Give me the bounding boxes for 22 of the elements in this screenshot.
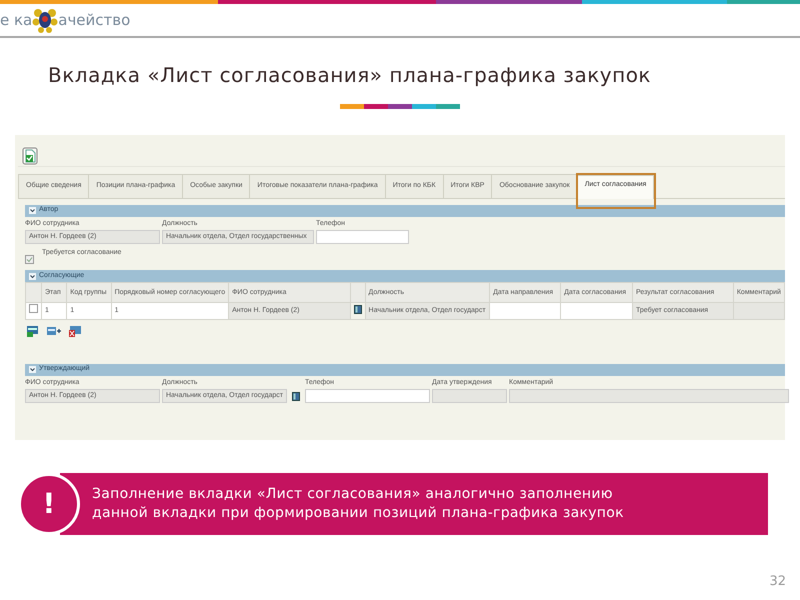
collapse-icon[interactable] (29, 366, 36, 373)
collapse-icon[interactable] (29, 207, 36, 214)
delete-row-icon[interactable] (69, 326, 81, 336)
callout-text: Заполнение вкладки «Лист согласования» аналогично заполнению данной вкладки при формировании позиций плана-графика закупок (92, 485, 625, 523)
table-cell (733, 302, 784, 319)
input-field[interactable] (305, 389, 430, 403)
checkbox[interactable] (25, 255, 34, 264)
logo-text: е ка (0, 10, 32, 31)
collapse-icon[interactable] (29, 272, 36, 280)
book-icon[interactable] (292, 392, 300, 400)
add-row-icon[interactable] (27, 326, 39, 336)
approve-document-icon[interactable] (22, 146, 38, 164)
input-cell[interactable] (560, 302, 632, 319)
insert-row-icon[interactable] (47, 326, 61, 336)
logo-text: ачейство (58, 10, 130, 31)
book-icon[interactable] (354, 305, 362, 314)
page-number: 32 (769, 573, 786, 591)
exclamation-badge: ! (18, 473, 80, 535)
row-checkbox[interactable] (29, 304, 38, 313)
input-cell[interactable] (490, 302, 561, 319)
input-field[interactable] (316, 230, 409, 244)
slide-title: Вкладка «Лист согласования» плана-графика закупок (48, 62, 652, 89)
